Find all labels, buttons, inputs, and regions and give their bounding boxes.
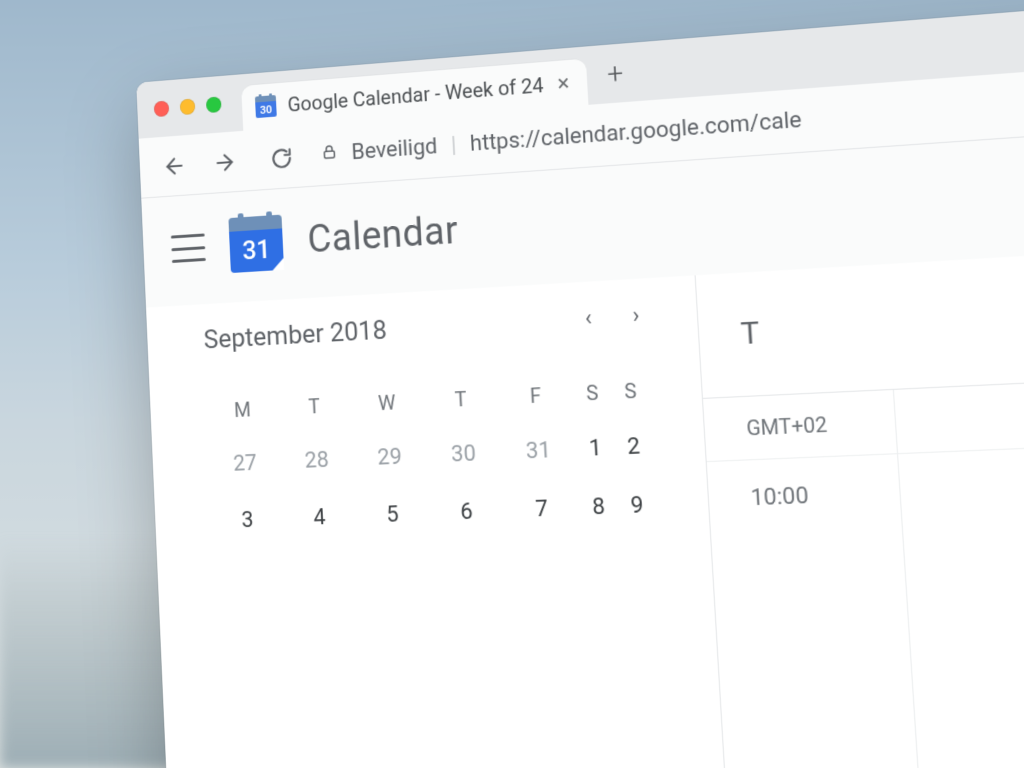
tab-title: Google Calendar - Week of 24: [287, 73, 544, 117]
close-window-button[interactable]: [154, 101, 170, 118]
calendar-logo-icon: 31: [228, 215, 284, 273]
mini-day-cell[interactable]: 7: [503, 487, 581, 532]
url-text: https://calendar.google.com/cale: [469, 107, 802, 156]
zoom-window-button[interactable]: [206, 96, 222, 113]
app-title: Calendar: [307, 209, 460, 262]
mini-weekday-header: M: [206, 390, 279, 429]
close-tab-button[interactable]: ×: [555, 70, 572, 96]
reload-button[interactable]: [265, 140, 299, 176]
mini-day-cell[interactable]: 9: [617, 484, 658, 528]
day-column-header: T: [740, 315, 761, 352]
minimize-window-button[interactable]: [180, 98, 196, 115]
mini-day-cell[interactable]: 31: [500, 429, 578, 474]
mini-day-cell[interactable]: 1: [575, 427, 616, 471]
mini-day-cell[interactable]: 30: [425, 432, 502, 477]
mini-day-cell[interactable]: 28: [280, 439, 354, 483]
browser-window: 30 Google Calendar - Week of 24 × +: [136, 0, 1024, 768]
window-controls: [154, 96, 222, 117]
mini-day-cell[interactable]: 29: [352, 435, 427, 479]
mini-weekday-header: S: [572, 374, 612, 413]
app-body: September 2018 ‹ › MTWTFSS 2728293031123…: [146, 241, 1024, 768]
mini-day-cell[interactable]: 4: [282, 496, 356, 540]
mini-weekday-header: F: [497, 375, 574, 415]
mini-calendar: September 2018 ‹ › MTWTFSS 2728293031123…: [146, 275, 710, 560]
mini-day-cell[interactable]: 5: [355, 493, 431, 537]
calendar-favicon-icon: 30: [255, 95, 277, 118]
back-button[interactable]: [156, 148, 189, 183]
timezone-label: GMT+02: [745, 393, 830, 459]
mini-weekday-header: S: [610, 372, 651, 411]
sidebar: September 2018 ‹ › MTWTFSS 2728293031123…: [146, 275, 737, 768]
mini-day-cell[interactable]: 6: [428, 490, 505, 535]
mini-day-cell[interactable]: 2: [613, 425, 654, 469]
security-label: Beveiligd: [351, 134, 438, 165]
lock-icon: [320, 142, 338, 168]
prev-month-button[interactable]: ‹: [578, 302, 599, 337]
mini-weekday-header: W: [350, 383, 425, 423]
mini-calendar-grid: MTWTFSS 2728293031123456789: [205, 355, 658, 558]
menu-button[interactable]: [171, 233, 206, 263]
main-grid: T GMT+02 10:00: [695, 241, 1024, 768]
mini-day-cell[interactable]: 3: [211, 499, 284, 543]
next-month-button[interactable]: ›: [625, 299, 646, 334]
time-label: 10:00: [748, 458, 810, 537]
new-tab-button[interactable]: +: [606, 56, 624, 91]
mini-weekday-header: T: [277, 387, 351, 426]
mini-day-cell[interactable]: 27: [208, 442, 281, 486]
mini-weekday-header: T: [423, 379, 499, 419]
mini-day-cell[interactable]: 8: [578, 485, 619, 529]
mini-calendar-label: September 2018: [203, 315, 387, 355]
forward-button[interactable]: [210, 144, 244, 179]
url-separator: |: [450, 133, 457, 158]
